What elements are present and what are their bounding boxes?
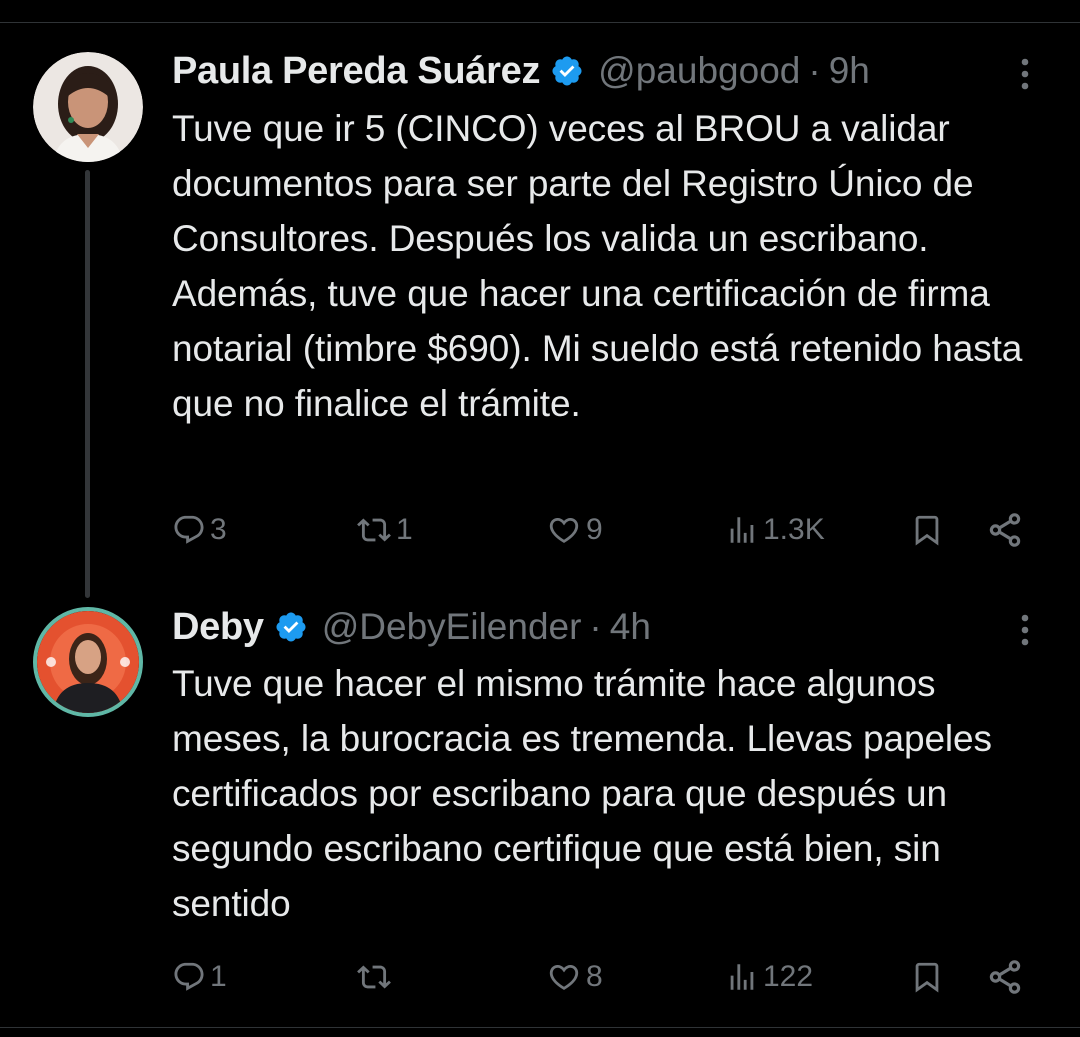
- avatar[interactable]: [33, 607, 143, 717]
- heart-icon: [546, 513, 582, 547]
- timestamp[interactable]: 9h: [829, 50, 870, 92]
- reply-count: 3: [210, 513, 227, 546]
- more-options-icon[interactable]: [1013, 54, 1037, 94]
- heart-icon: [546, 960, 582, 994]
- views-icon: [725, 513, 759, 547]
- views-icon: [725, 960, 759, 994]
- handle[interactable]: @paubgood: [598, 50, 800, 92]
- separator-dot: ·: [589, 606, 602, 647]
- tweet-text: Tuve que ir 5 (CINCO) veces al BROU a va…: [172, 108, 1023, 424]
- like-count: 9: [586, 513, 603, 546]
- repost-icon: [356, 513, 392, 547]
- display-name[interactable]: Paula Pereda Suárez: [172, 50, 540, 93]
- tweet-header: Paula Pereda Suárez @paubgood · 9h: [172, 49, 870, 93]
- avatar[interactable]: [33, 52, 143, 162]
- more-options-icon[interactable]: [1013, 610, 1037, 650]
- display-name[interactable]: Deby: [172, 606, 264, 649]
- reply-icon: [172, 513, 206, 547]
- timestamp[interactable]: 4h: [610, 606, 651, 648]
- views-button[interactable]: 122: [725, 952, 813, 1002]
- views-button[interactable]: 1.3K: [725, 505, 825, 555]
- repost-icon: [356, 960, 392, 994]
- bookmark-icon: [910, 958, 944, 996]
- separator-dot: ·: [808, 50, 821, 91]
- views-count: 1.3K: [763, 513, 825, 546]
- verified-badge-icon: [274, 610, 308, 644]
- reply-count: 1: [210, 960, 227, 993]
- action-bar: 1 8 122: [172, 952, 1042, 1002]
- verified-badge-icon: [550, 54, 584, 88]
- bookmark-icon: [910, 511, 944, 549]
- handle[interactable]: @DebyEilender: [322, 606, 582, 648]
- like-count: 8: [586, 960, 603, 993]
- share-button[interactable]: [986, 952, 1024, 1002]
- repost-count: 1: [396, 513, 413, 546]
- reply-button[interactable]: 3: [172, 505, 227, 555]
- tweet-text: Tuve que hacer el mismo trámite hace alg…: [172, 663, 992, 924]
- like-button[interactable]: 8: [546, 952, 603, 1002]
- thread-connector-line: [85, 170, 90, 598]
- reply-icon: [172, 960, 206, 994]
- tweet-header: Deby @DebyEilender · 4h: [172, 605, 651, 649]
- action-bar: 3 1 9 1.3K: [172, 505, 1042, 555]
- views-count: 122: [763, 960, 814, 993]
- bookmark-button[interactable]: [910, 505, 944, 555]
- share-icon: [986, 958, 1024, 996]
- bookmark-button[interactable]: [910, 952, 944, 1002]
- bottom-divider: [0, 1027, 1080, 1028]
- repost-button[interactable]: [356, 952, 396, 1002]
- top-divider: [0, 22, 1080, 23]
- share-button[interactable]: [986, 505, 1024, 555]
- repost-button[interactable]: 1: [356, 505, 413, 555]
- reply-button[interactable]: 1: [172, 952, 227, 1002]
- like-button[interactable]: 9: [546, 505, 603, 555]
- share-icon: [986, 511, 1024, 549]
